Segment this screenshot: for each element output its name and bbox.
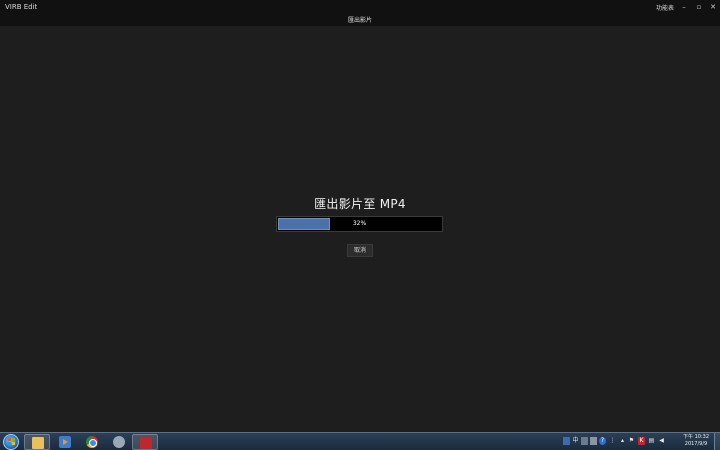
export-heading: 匯出影片至 MP4 (314, 197, 406, 211)
virb-edit-icon (140, 437, 152, 449)
clock-date: 2017/9/9 (684, 441, 708, 447)
clock[interactable]: 下午 10:32 2017/9/9 (681, 434, 711, 448)
keyboard-icon[interactable] (563, 437, 570, 445)
media-player-icon (59, 436, 71, 448)
settings-icon[interactable] (590, 437, 597, 445)
taskbar-file-explorer[interactable] (24, 434, 50, 450)
help-icon[interactable]: ? (599, 437, 606, 445)
menu-button[interactable]: 功能表 (656, 3, 674, 12)
flag-icon[interactable]: ⚑ (628, 437, 635, 445)
taskbar-chrome[interactable] (79, 434, 105, 450)
taskbar-virb-edit[interactable] (132, 434, 158, 450)
export-progress-bar: 32% (276, 216, 443, 232)
show-desktop-button[interactable] (714, 433, 720, 450)
input-method-icon[interactable] (581, 437, 588, 445)
progress-label: 32% (352, 220, 367, 227)
export-panel: 匯出影片至 MP4 32% 取消 (0, 26, 720, 432)
maximize-button[interactable]: ▫ (694, 2, 704, 12)
windows-logo-icon (8, 438, 15, 445)
ime-indicator[interactable]: 中 (572, 437, 579, 445)
file-explorer-icon (32, 437, 44, 449)
app-title: VIRB Edit (5, 3, 38, 11)
close-button[interactable]: ✕ (708, 2, 718, 12)
clock-time: 下午 10:32 (683, 434, 709, 440)
network-icon[interactable]: ▤ (648, 437, 655, 445)
taskbar-media-player[interactable] (52, 434, 78, 450)
windows-start-icon[interactable] (3, 434, 19, 450)
tool-icon (113, 436, 125, 448)
minimize-button[interactable]: – (679, 2, 689, 12)
tray-chevron-icon[interactable]: ⋮ (609, 437, 616, 445)
antivirus-icon[interactable]: K (638, 437, 645, 445)
taskbar: 中 ? ⋮ ▴ ⚑ K ▤ ◀ 下午 10:32 2017/9/9 (0, 432, 720, 450)
taskbar-tool[interactable] (106, 434, 132, 450)
cancel-button[interactable]: 取消 (347, 244, 373, 257)
page-title: 匯出影片 (347, 17, 372, 24)
title-bar: VIRB Edit 匯出影片 功能表 – ▫ ✕ (0, 0, 720, 26)
chrome-icon (86, 436, 98, 448)
show-hidden-icons-icon[interactable]: ▴ (619, 437, 626, 445)
volume-icon[interactable]: ◀ (658, 437, 665, 445)
